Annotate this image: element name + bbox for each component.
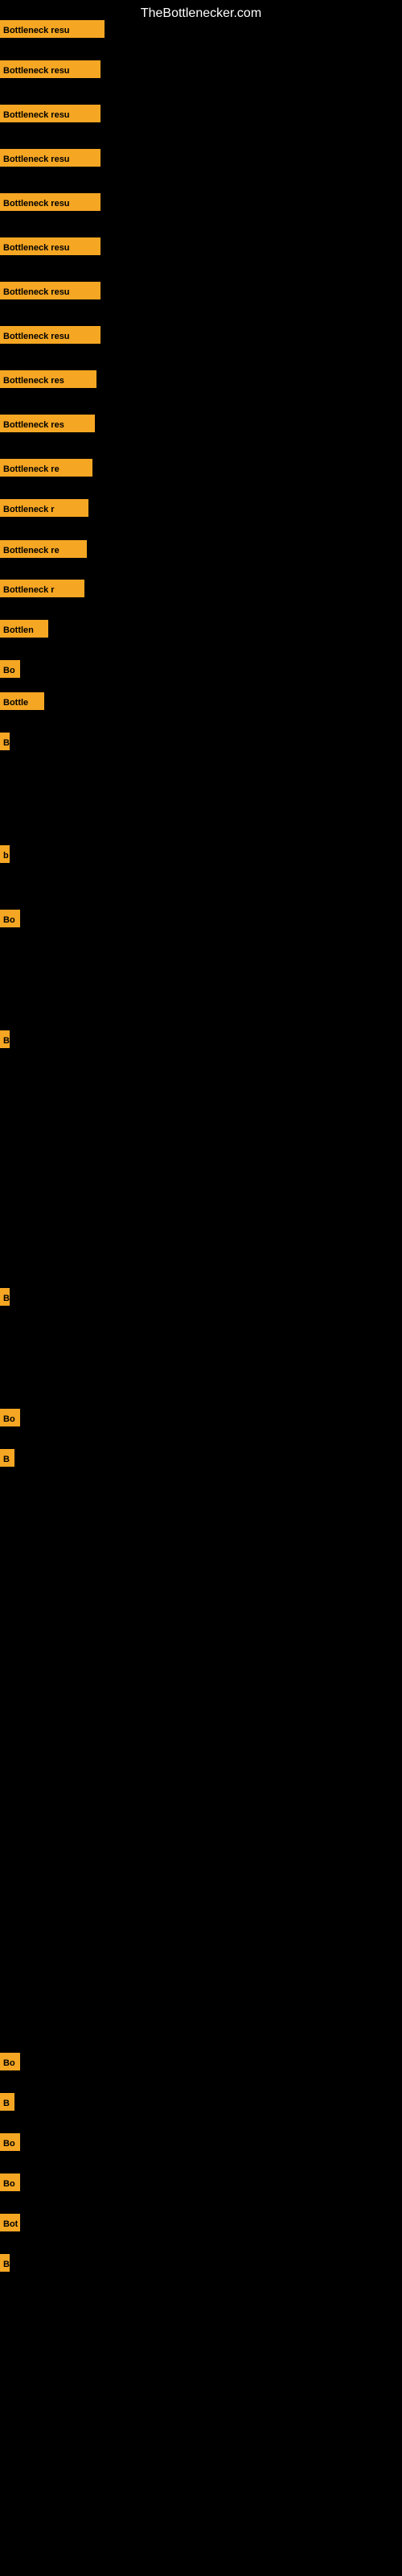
bottleneck-item: Bottleneck resu [0, 326, 100, 344]
bottleneck-item: Bottleneck re [0, 459, 92, 477]
bottleneck-item: Bo [0, 2133, 20, 2151]
bottleneck-item: Bot [0, 2214, 20, 2231]
bottleneck-item: Bottleneck resu [0, 237, 100, 255]
bottleneck-item: Bo [0, 2174, 20, 2191]
bottleneck-item: Bo [0, 910, 20, 927]
bottleneck-item: Bottleneck res [0, 370, 96, 388]
bottleneck-item: Bo [0, 1409, 20, 1426]
bottleneck-item: Bottleneck resu [0, 60, 100, 78]
bottleneck-item: Bo [0, 660, 20, 678]
bottleneck-item: Bottle [0, 692, 44, 710]
bottleneck-item: Bottleneck r [0, 499, 88, 517]
bottleneck-item: Bottleneck resu [0, 193, 100, 211]
bottleneck-item: Bottleneck r [0, 580, 84, 597]
bottleneck-item: B [0, 1449, 14, 1467]
bottleneck-item: B [0, 1030, 10, 1048]
bottleneck-item: Bo [0, 2053, 20, 2070]
bottleneck-item: B [0, 2093, 14, 2111]
bottleneck-item: b [0, 845, 10, 863]
bottleneck-item: Bottlen [0, 620, 48, 638]
bottleneck-item: Bottleneck resu [0, 149, 100, 167]
bottleneck-item: Bottleneck res [0, 415, 95, 432]
bottleneck-item: Bottleneck resu [0, 282, 100, 299]
bottleneck-item: B [0, 1288, 10, 1306]
bottleneck-item: B [0, 733, 10, 750]
bottleneck-item: Bottleneck resu [0, 105, 100, 122]
bottleneck-item: Bottleneck re [0, 540, 87, 558]
bottleneck-item: Bottleneck resu [0, 20, 105, 38]
bottleneck-item: B [0, 2254, 10, 2272]
